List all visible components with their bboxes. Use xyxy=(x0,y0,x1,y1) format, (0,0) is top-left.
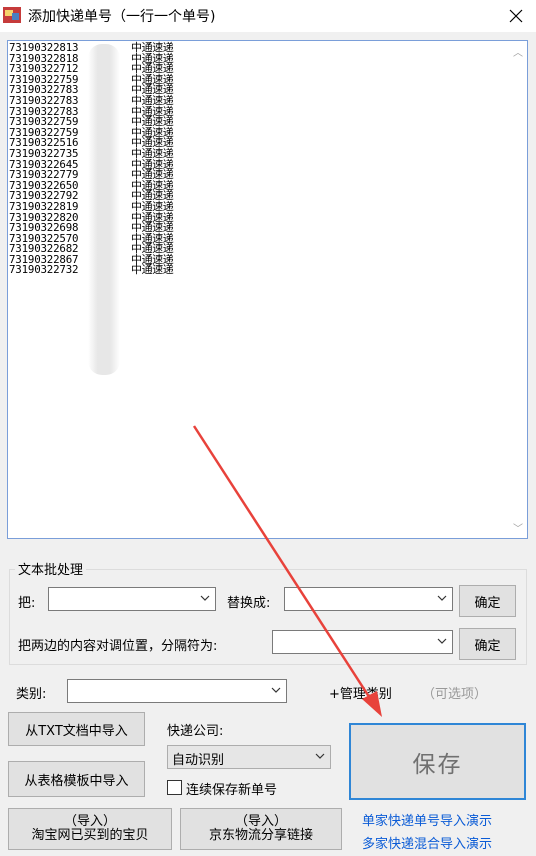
vertical-scrollbar[interactable] xyxy=(509,41,527,538)
taobao-import-label: 淘宝网已买到的宝贝 xyxy=(31,828,149,843)
import-taobao-button[interactable]: （导入） 淘宝网已买到的宝贝 xyxy=(8,808,172,850)
chevron-down-icon xyxy=(437,595,447,601)
single-demo-link[interactable]: 单家快递单号导入演示 xyxy=(362,810,492,829)
carrier-name: 中通速递 xyxy=(131,263,174,277)
manage-category-link[interactable]: +管理类别 xyxy=(329,683,392,702)
chevron-down-icon xyxy=(437,638,447,644)
courier-label: 快递公司: xyxy=(167,724,224,739)
mixed-demo-link[interactable]: 多家快递混合导入演示 xyxy=(362,833,492,852)
courier-selected: 自动识别 xyxy=(172,753,225,768)
continuous-save-label: 连续保存新单号 xyxy=(186,783,278,798)
save-button[interactable]: 保存 xyxy=(349,723,526,800)
window-title: 添加快递单号（一行一个单号) xyxy=(28,9,216,25)
chevron-down-icon xyxy=(271,687,281,693)
jd-import-tag: （导入） xyxy=(234,814,287,829)
continuous-save-checkbox[interactable] xyxy=(167,780,182,795)
replace-to-label: 替换成: xyxy=(227,596,271,611)
category-combo[interactable] xyxy=(67,679,287,703)
chevron-down-icon xyxy=(200,595,210,601)
taobao-import-tag: （导入） xyxy=(63,814,116,829)
batch-group-legend: 文本批处理 xyxy=(15,559,87,578)
separator-combo[interactable] xyxy=(272,630,453,654)
close-button[interactable] xyxy=(496,0,536,32)
replace-to-combo[interactable] xyxy=(284,587,453,611)
import-jd-button[interactable]: （导入） 京东物流分享链接 xyxy=(180,808,342,850)
scroll-up-icon[interactable]: ︿ xyxy=(509,44,527,60)
jd-import-label: 京东物流分享链接 xyxy=(208,828,313,843)
swap-label: 把两边的内容对调位置，分隔符为: xyxy=(18,639,218,654)
chevron-down-icon xyxy=(315,753,325,759)
confirm-replace-button[interactable]: 确定 xyxy=(459,585,516,617)
category-label: 类别: xyxy=(16,687,47,702)
scroll-down-icon[interactable]: ﹀ xyxy=(509,520,527,536)
courier-combo[interactable]: 自动识别 xyxy=(167,745,331,769)
import-txt-button[interactable]: 从TXT文档中导入 xyxy=(8,712,145,746)
app-icon xyxy=(3,7,21,23)
optional-hint: （可选项） xyxy=(422,687,488,702)
carrier-column: 中通速递 中通速递 中通速递 中通速递 中通速递 中通速递 中通速递 中通速递 中通速递 中通速递… xyxy=(131,42,211,277)
confirm-swap-button[interactable]: 确定 xyxy=(459,628,516,660)
import-excel-button[interactable]: 从表格模板中导入 xyxy=(8,761,145,797)
replace-from-label: 把: xyxy=(18,596,36,611)
replace-from-combo[interactable] xyxy=(48,587,216,611)
blur-mask xyxy=(88,44,120,375)
close-icon xyxy=(509,9,523,23)
